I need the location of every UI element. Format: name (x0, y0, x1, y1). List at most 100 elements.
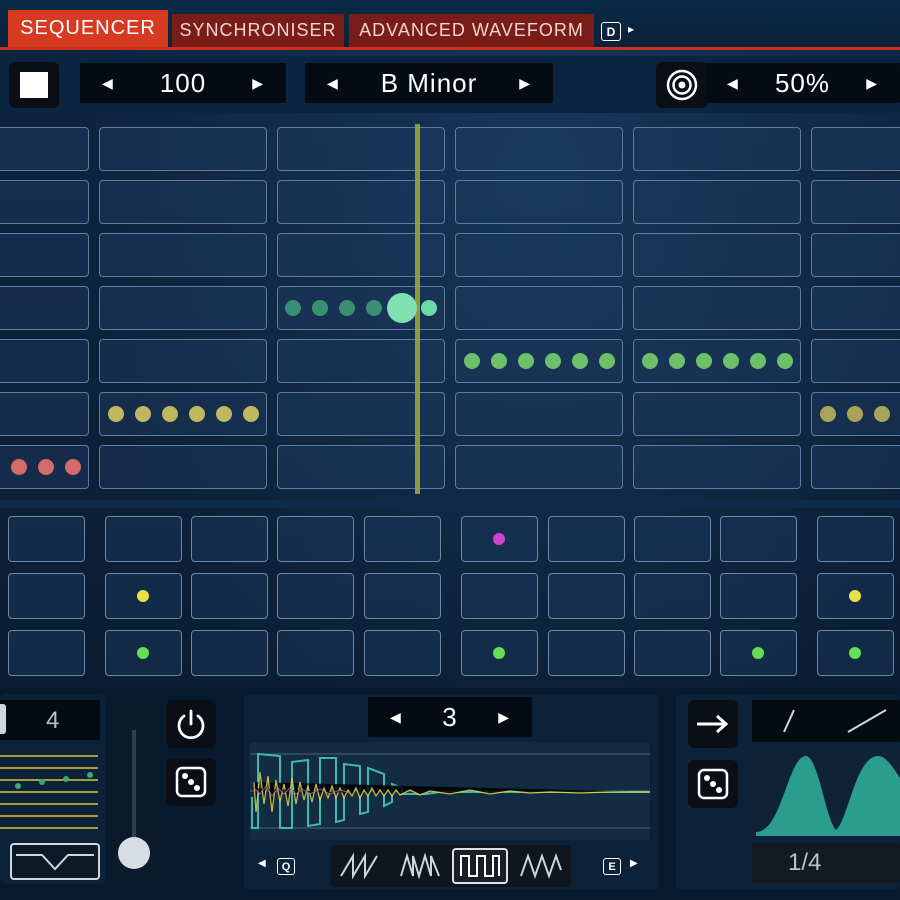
note-dot[interactable] (874, 406, 890, 422)
note-dot[interactable] (38, 459, 54, 475)
modulation-cell[interactable] (461, 573, 538, 619)
power-button[interactable] (166, 700, 216, 748)
triangle-wave-button[interactable] (512, 848, 568, 884)
sequencer-cell[interactable] (0, 339, 89, 383)
modulation-cell[interactable] (634, 573, 711, 619)
note-dot[interactable] (285, 300, 301, 316)
modulation-dot[interactable] (849, 647, 861, 659)
sequencer-cell[interactable] (99, 339, 267, 383)
sequencer-cell[interactable] (455, 339, 623, 383)
modulation-dot[interactable] (493, 533, 505, 545)
randomize-button-right[interactable] (688, 760, 738, 808)
sequencer-cell[interactable] (633, 127, 801, 171)
sequencer-cell[interactable] (0, 286, 89, 330)
sequencer-cell[interactable] (0, 180, 89, 224)
saw-wave-button[interactable] (332, 848, 388, 884)
scale-stepper[interactable]: ◀ B Minor ▶ (305, 63, 553, 103)
modulation-cell[interactable] (8, 516, 85, 562)
modulation-cell[interactable] (720, 573, 797, 619)
modulation-cell[interactable] (191, 630, 268, 676)
modulation-dot[interactable] (137, 590, 149, 602)
note-dot[interactable] (572, 353, 588, 369)
note-dot[interactable] (189, 406, 205, 422)
sequencer-cell[interactable] (455, 233, 623, 277)
note-dot[interactable] (339, 300, 355, 316)
slope-selector[interactable] (752, 700, 900, 742)
stop-button[interactable] (9, 62, 59, 108)
percent-increase-icon[interactable]: ▶ (866, 75, 878, 92)
sequencer-cell[interactable] (811, 339, 900, 383)
ramp-wave-button[interactable] (392, 848, 448, 884)
modulation-cell[interactable] (277, 573, 354, 619)
rate-display[interactable]: 1/4 (752, 843, 900, 883)
modulation-cell[interactable] (364, 630, 441, 676)
waveform-stepper[interactable]: ◀ 3 ▶ (368, 697, 532, 737)
sequencer-cell[interactable] (99, 286, 267, 330)
note-dot[interactable] (243, 406, 259, 422)
scale-next-icon[interactable]: ▶ (519, 75, 531, 92)
tempo-increase-icon[interactable]: ▶ (252, 75, 264, 92)
modulation-cell[interactable] (191, 516, 268, 562)
note-dot[interactable] (518, 353, 534, 369)
modulation-cell[interactable] (634, 630, 711, 676)
note-dot[interactable] (366, 300, 382, 316)
sequencer-cell[interactable] (633, 286, 801, 330)
sequencer-cell[interactable] (455, 180, 623, 224)
note-dot[interactable] (820, 406, 836, 422)
modulation-cell[interactable] (277, 516, 354, 562)
note-dot[interactable] (491, 353, 507, 369)
tempo-decrease-icon[interactable]: ◀ (102, 75, 114, 92)
modulation-cell[interactable] (8, 630, 85, 676)
modulation-cell[interactable] (191, 573, 268, 619)
square-wave-button[interactable] (452, 848, 508, 884)
modulation-cell[interactable] (277, 630, 354, 676)
note-dot[interactable] (599, 353, 615, 369)
tab-sequencer[interactable]: SEQUENCER (8, 10, 168, 47)
note-dot[interactable] (642, 353, 658, 369)
note-dot[interactable] (723, 353, 739, 369)
note-dot[interactable] (696, 353, 712, 369)
note-dot[interactable] (847, 406, 863, 422)
note-dot[interactable] (421, 300, 437, 316)
note-dot[interactable] (464, 353, 480, 369)
sequencer-cell[interactable] (633, 339, 801, 383)
sequencer-cell[interactable] (99, 127, 267, 171)
modulation-cell[interactable] (105, 516, 182, 562)
note-dot[interactable] (162, 406, 178, 422)
steps-handle[interactable] (0, 704, 6, 734)
modulation-dot[interactable] (752, 647, 764, 659)
q-prev-arrow-icon[interactable]: ◀ (258, 858, 266, 869)
modulation-cell[interactable] (720, 516, 797, 562)
sequencer-cell[interactable] (99, 180, 267, 224)
sequencer-cell[interactable] (0, 392, 89, 436)
randomize-button-left[interactable] (166, 758, 216, 806)
sequencer-cell[interactable] (455, 445, 623, 489)
modulation-cell[interactable] (364, 573, 441, 619)
sequencer-cell[interactable] (811, 286, 900, 330)
sequencer-cell[interactable] (99, 445, 267, 489)
modulation-cell[interactable] (548, 573, 625, 619)
target-button[interactable] (656, 62, 708, 108)
modulation-cell[interactable] (817, 516, 894, 562)
note-dot[interactable] (108, 406, 124, 422)
note-dot[interactable] (65, 459, 81, 475)
sequencer-cell[interactable] (0, 127, 89, 171)
sequencer-cell[interactable] (0, 233, 89, 277)
note-dot[interactable] (750, 353, 766, 369)
note-dot[interactable] (11, 459, 27, 475)
waveform-previous-icon[interactable]: ◀ (390, 709, 402, 726)
e-next-arrow-icon[interactable]: ▶ (630, 858, 638, 869)
modulation-cell[interactable] (634, 516, 711, 562)
q-key[interactable]: Q (277, 858, 295, 875)
sequencer-cell[interactable] (455, 127, 623, 171)
sequencer-cell[interactable] (455, 392, 623, 436)
modulation-cell[interactable] (548, 516, 625, 562)
tab-synchroniser[interactable]: SYNCHRONISER (172, 14, 344, 47)
modulation-dot[interactable] (137, 647, 149, 659)
sequencer-cell[interactable] (455, 286, 623, 330)
note-dot[interactable] (216, 406, 232, 422)
modulation-cell[interactable] (548, 630, 625, 676)
modulation-cell[interactable] (364, 516, 441, 562)
direction-button[interactable] (688, 700, 738, 748)
tab-d-key[interactable]: D (601, 22, 621, 41)
